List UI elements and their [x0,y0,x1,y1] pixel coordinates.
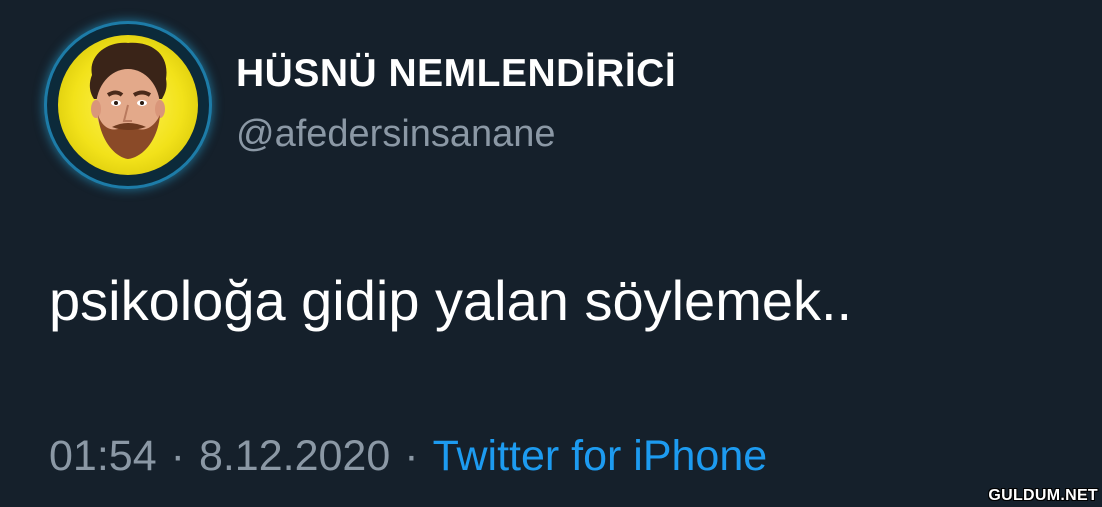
bearded-man-face-icon [89,42,167,159]
meta-separator: · [170,432,185,480]
meta-separator: · [404,432,419,480]
tweet-text: psikoloğa gidip yalan söylemek.. [49,269,853,332]
tweet-date[interactable]: 8.12.2020 [199,432,390,480]
watermark: GULDUM.NET [988,487,1098,504]
author-handle[interactable]: @afedersinsanane [236,113,556,156]
author-display-name[interactable]: HÜSNÜ NEMLENDİRİCİ [236,52,676,96]
avatar-image [58,35,198,175]
tweet-time[interactable]: 01:54 [49,432,157,480]
tweet-meta: 01:54 · 8.12.2020 · Twitter for iPhone [49,432,767,481]
tweet-source-link[interactable]: Twitter for iPhone [433,432,768,480]
avatar[interactable] [47,24,209,186]
tweet-card: HÜSNÜ NEMLENDİRİCİ @afedersinsanane psik… [0,0,1102,507]
